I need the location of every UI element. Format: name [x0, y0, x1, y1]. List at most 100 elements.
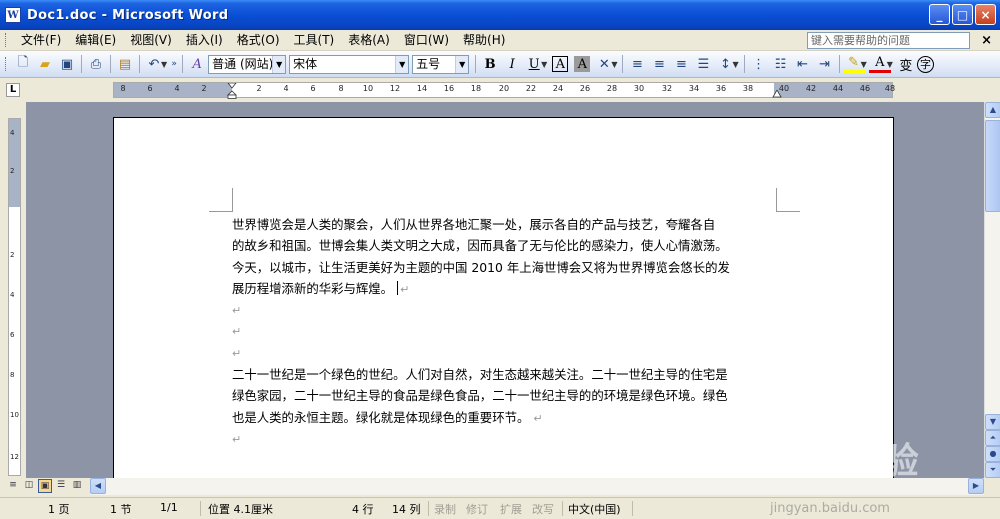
chevron-down-icon[interactable]: ▼ — [455, 55, 469, 73]
open-folder-icon[interactable]: ▰ — [34, 53, 56, 75]
print-icon[interactable]: ⎙ — [85, 53, 107, 75]
minimize-button[interactable]: _ — [929, 4, 950, 25]
line-spacing-dropdown-icon[interactable]: ▼ — [732, 60, 738, 69]
status-position: 位置 4.1厘米 — [208, 503, 273, 516]
ruler-number: 20 — [498, 84, 510, 93]
highlight-dropdown-icon[interactable]: ▼ — [861, 60, 867, 69]
undo-dropdown-icon[interactable]: ▼ — [161, 60, 167, 69]
document-page[interactable]: 世界博览会是人类的聚会，人们从世界各地汇聚一处，展示各自的产品与技艺，夸耀各自 … — [113, 117, 894, 478]
previous-page-button[interactable]: ⏶ — [985, 430, 1000, 446]
align-center-icon[interactable]: ≡ — [648, 53, 670, 75]
new-document-icon[interactable]: 🗋 — [12, 53, 34, 75]
chevron-down-icon[interactable]: ▼ — [272, 55, 286, 73]
scaling-dropdown-icon[interactable]: ▼ — [611, 60, 617, 69]
indent-marker-icon[interactable] — [227, 83, 237, 99]
scroll-up-button[interactable]: ▲ — [985, 102, 1000, 118]
print-layout-view-icon[interactable]: ▣ — [38, 479, 52, 493]
menu-window[interactable]: 窗口(W) — [397, 31, 456, 50]
next-page-button[interactable]: ⏷ — [985, 462, 1000, 478]
bullets-icon[interactable]: ☷ — [770, 53, 792, 75]
text-line-content: 也是人类的永恒主题。绿化就是体现绿色的重要环节。 — [232, 409, 530, 425]
watermark-url: jingyan.baidu.com — [770, 501, 890, 516]
status-language[interactable]: 中文(中国) — [568, 501, 621, 517]
toolbar-separator — [81, 55, 82, 73]
character-shading-button[interactable]: A — [574, 56, 591, 72]
numbering-icon[interactable]: ⋮ — [748, 53, 770, 75]
ruler-number: 2 — [256, 84, 262, 93]
help-search-input[interactable]: 键入需要帮助的问题 — [807, 32, 970, 49]
normal-view-icon[interactable]: ≡ — [6, 479, 20, 493]
menu-insert[interactable]: 插入(I) — [179, 31, 230, 50]
word-app-icon[interactable]: W — [5, 7, 21, 23]
status-record-macro[interactable]: 录制 — [434, 501, 456, 517]
toolbar-grip[interactable] — [5, 57, 8, 71]
empty-paragraph[interactable]: ↵ — [232, 343, 782, 364]
document-close-button[interactable]: × — [981, 33, 992, 48]
menu-edit[interactable]: 编辑(E) — [68, 31, 123, 50]
scroll-down-button[interactable]: ▼ — [985, 414, 1000, 430]
web-layout-view-icon[interactable]: ◫ — [22, 479, 36, 493]
toolbar-separator — [475, 55, 477, 73]
style-select[interactable]: 普通 (网站) ▼ — [208, 54, 287, 74]
empty-paragraph[interactable]: ↵ — [232, 300, 782, 321]
phonetic-guide-button[interactable]: 变 — [895, 53, 917, 75]
reading-view-icon[interactable]: ▥ — [70, 479, 84, 493]
style-value: 普通 (网站) — [212, 56, 274, 71]
toolbar-options-icon[interactable]: » — [169, 53, 179, 75]
menu-view[interactable]: 视图(V) — [123, 31, 179, 50]
scrollbar-thumb[interactable] — [985, 120, 1000, 212]
status-extend[interactable]: 扩展 — [500, 501, 522, 517]
tab-selector-button[interactable]: L — [6, 83, 20, 97]
status-overtype[interactable]: 改写 — [532, 501, 554, 517]
character-border-button[interactable]: A — [552, 56, 569, 72]
horizontal-scrollbar[interactable]: ◀ ▶ — [90, 478, 984, 495]
horizontal-ruler[interactable]: 8 6 4 2 2 4 6 8 10 12 14 16 18 20 22 24 … — [113, 82, 895, 99]
maximize-button[interactable]: □ — [952, 4, 973, 25]
ruler-number: 4 — [283, 84, 289, 93]
scroll-right-button[interactable]: ▶ — [968, 478, 984, 494]
empty-paragraph[interactable]: ↵ — [232, 321, 782, 342]
paragraph-1[interactable]: 世界博览会是人类的聚会，人们从世界各地汇聚一处，展示各自的产品与技艺，夸耀各自 … — [232, 214, 782, 300]
paste-icon[interactable]: ▤ — [114, 53, 136, 75]
status-track-changes[interactable]: 修订 — [466, 501, 488, 517]
close-button[interactable]: × — [975, 4, 996, 25]
ruler-number: 44 — [832, 84, 844, 93]
document-body[interactable]: 世界博览会是人类的聚会，人们从世界各地汇聚一处，展示各自的产品与技艺，夸耀各自 … — [232, 214, 782, 450]
vertical-ruler[interactable]: 4 2 2 4 6 8 10 12 — [8, 118, 21, 476]
font-size-select[interactable]: 五号 ▼ — [412, 54, 470, 74]
paragraph-2[interactable]: 二十一世纪是一个绿色的世纪。人们对自然，对生态越来越关注。二十一世纪主导的住宅是… — [232, 364, 782, 429]
outline-view-icon[interactable]: ☰ — [54, 479, 68, 493]
italic-button[interactable]: I — [501, 53, 523, 75]
vertical-scrollbar[interactable]: ▲ ▼ ⏶ ● ⏷ — [984, 102, 1000, 478]
menu-grip[interactable] — [5, 33, 8, 47]
increase-indent-icon[interactable]: ⇥ — [814, 53, 836, 75]
menu-tools[interactable]: 工具(T) — [287, 31, 342, 50]
toolbar-separator — [838, 55, 840, 73]
font-select[interactable]: 宋体 ▼ — [289, 54, 410, 74]
browse-object-button[interactable]: ● — [985, 446, 1000, 462]
status-page: 1 页 — [48, 503, 70, 516]
status-separator — [562, 501, 563, 516]
underline-dropdown-icon[interactable]: ▼ — [541, 60, 547, 69]
bold-button[interactable]: B — [479, 53, 501, 75]
document-workspace[interactable]: 世界博览会是人类的聚会，人们从世界各地汇聚一处，展示各自的产品与技艺，夸耀各自 … — [26, 102, 984, 478]
font-color-dropdown-icon[interactable]: ▼ — [887, 60, 893, 69]
align-left-icon[interactable]: ≡ — [626, 53, 648, 75]
scroll-left-button[interactable]: ◀ — [90, 478, 106, 494]
right-indent-marker-icon[interactable] — [772, 90, 782, 98]
menu-table[interactable]: 表格(A) — [341, 31, 397, 50]
enclose-characters-button[interactable]: 字 — [916, 55, 934, 73]
menu-help[interactable]: 帮助(H) — [456, 31, 512, 50]
menu-file[interactable]: 文件(F) — [14, 31, 68, 50]
ruler-number: 24 — [552, 84, 564, 93]
chevron-down-icon[interactable]: ▼ — [395, 55, 409, 73]
styles-pane-icon[interactable]: A — [186, 53, 208, 75]
justify-icon[interactable]: ☰ — [692, 53, 714, 75]
empty-paragraph[interactable]: ↵ — [232, 429, 782, 450]
ruler-number: 18 — [470, 84, 482, 93]
align-right-icon[interactable]: ≡ — [670, 53, 692, 75]
menu-format[interactable]: 格式(O) — [230, 31, 287, 50]
save-icon[interactable]: ▣ — [56, 53, 78, 75]
ruler-number: 46 — [859, 84, 871, 93]
decrease-indent-icon[interactable]: ⇤ — [792, 53, 814, 75]
